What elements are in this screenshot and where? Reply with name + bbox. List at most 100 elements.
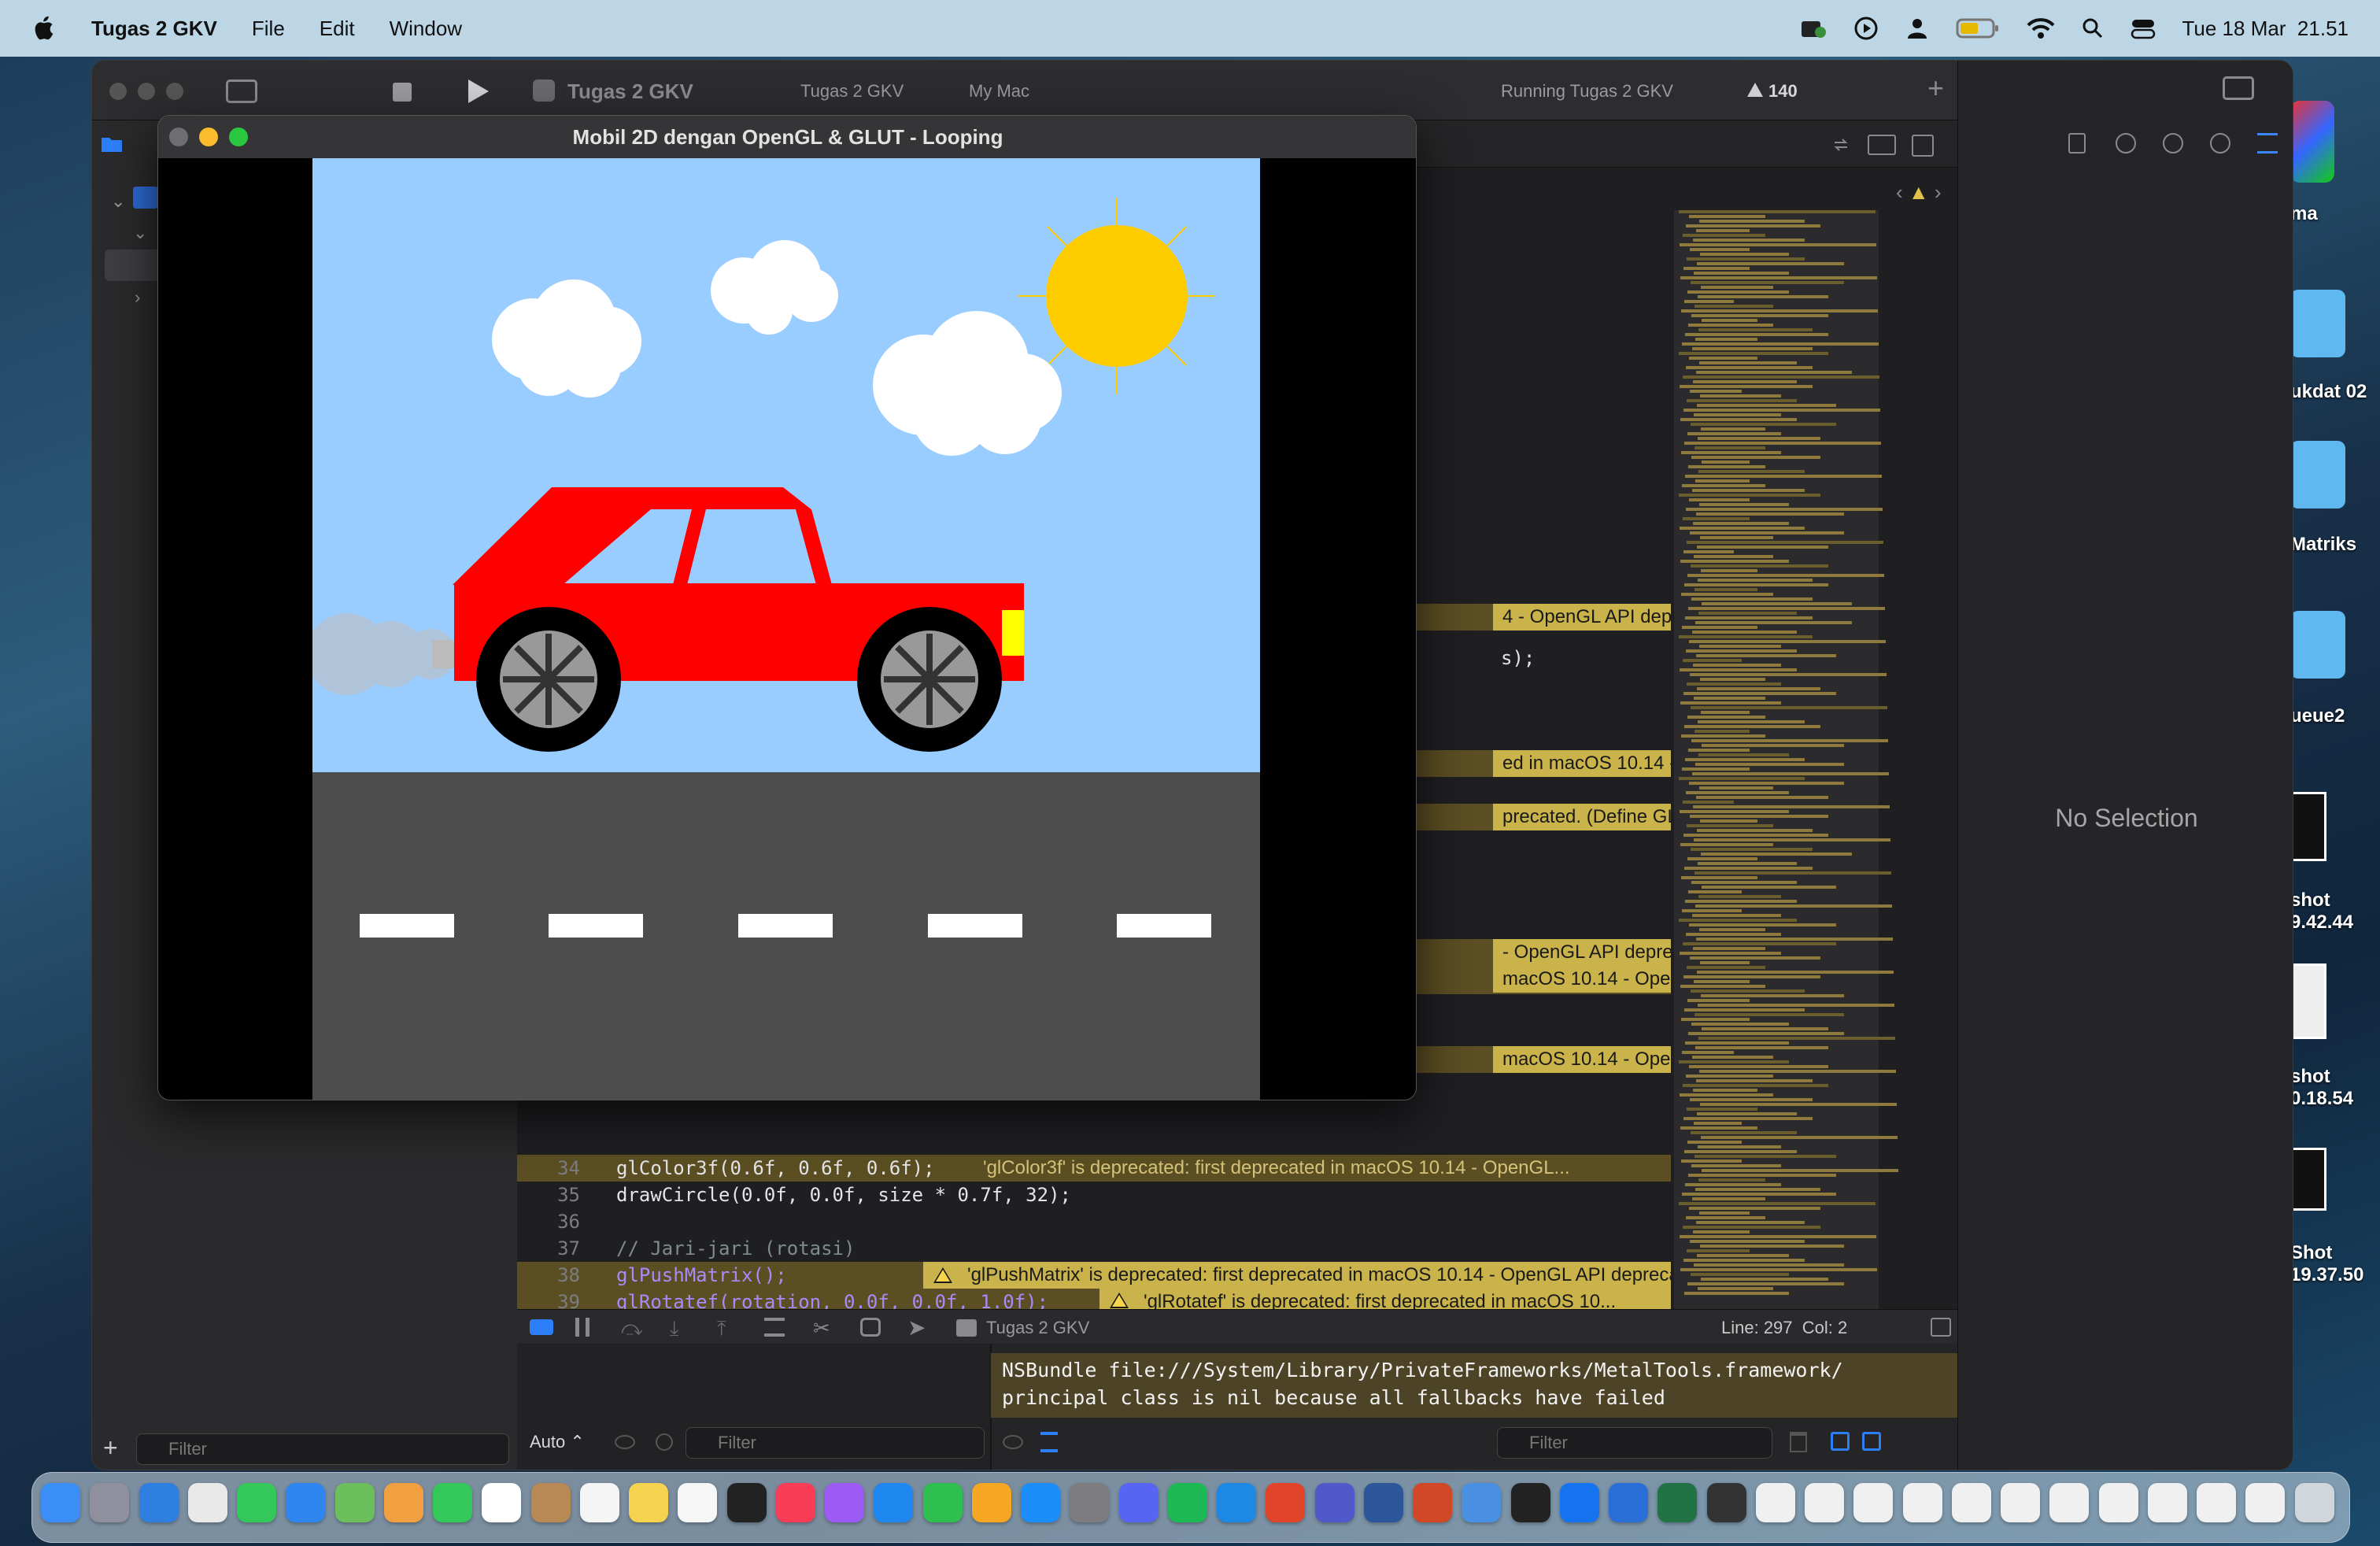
excel-icon[interactable] [1658, 1483, 1697, 1522]
auto-selector[interactable]: Auto ⌃ [530, 1432, 585, 1452]
warning-message[interactable]: precated. (Define GL_S... [1493, 804, 1671, 830]
minimize-window-dot[interactable] [138, 83, 155, 100]
split-editor-icon[interactable] [1868, 135, 1896, 155]
doc-8-icon[interactable] [2099, 1483, 2138, 1522]
desktop-app-icon[interactable] [2290, 101, 2334, 183]
menu-window[interactable]: Window [390, 17, 462, 41]
folder-icon[interactable] [2290, 611, 2345, 679]
step-over-icon[interactable]: ⤼ [621, 1316, 643, 1341]
doc-4-icon[interactable] [1903, 1483, 1942, 1522]
doc-6-icon[interactable] [2001, 1483, 2040, 1522]
warning-message[interactable]: - OpenGL API deprecat... [1493, 939, 1671, 966]
warning-message[interactable]: 'glColor3f' is deprecated: first depreca… [974, 1155, 1671, 1182]
run-button[interactable] [462, 76, 493, 106]
trash-icon[interactable] [2295, 1483, 2334, 1522]
xcode-icon[interactable] [1560, 1483, 1599, 1522]
safari-icon[interactable] [139, 1483, 179, 1522]
launchpad-icon[interactable] [90, 1483, 129, 1522]
warning-message[interactable]: macOS 10.14 - OpenGL... [1493, 966, 1671, 993]
discord-icon[interactable] [1119, 1483, 1159, 1522]
help-inspector-icon[interactable] [2163, 133, 2183, 153]
issue-navigation[interactable]: ‹ ▲ › [1896, 180, 1942, 205]
search-icon[interactable] [2082, 17, 2104, 39]
photos-icon[interactable] [384, 1483, 423, 1522]
warning-message[interactable]: macOS 10.14 - OpenGL... [1493, 1046, 1671, 1073]
glut-title-bar[interactable]: Mobil 2D dengan OpenGL & GLUT - Looping [158, 116, 1416, 158]
warning-count[interactable]: 140 [1768, 81, 1798, 102]
doc-2-icon[interactable] [1805, 1483, 1844, 1522]
spotify-icon[interactable] [1168, 1483, 1207, 1522]
screenshot-thumbnail[interactable] [2290, 792, 2326, 861]
stop-button[interactable] [393, 83, 412, 102]
finder-icon[interactable] [41, 1483, 80, 1522]
eye-icon[interactable] [615, 1435, 635, 1449]
scheme-selector[interactable]: Tugas 2 GKV My Mac [769, 78, 1052, 105]
numbers-icon[interactable] [923, 1483, 963, 1522]
preview-icon[interactable] [1462, 1483, 1501, 1522]
add-tab-button[interactable]: + [1927, 72, 1944, 105]
doc-5-icon[interactable] [1952, 1483, 1991, 1522]
zoom-window-dot[interactable] [166, 83, 183, 100]
wifi-icon[interactable] [2027, 17, 2055, 39]
terminal-icon[interactable] [1511, 1483, 1550, 1522]
eye-icon[interactable] [1003, 1435, 1023, 1449]
memory-graph-icon[interactable]: ✂ [813, 1316, 830, 1341]
notes-icon[interactable] [629, 1483, 668, 1522]
step-into-icon[interactable]: ⤓ [670, 1316, 679, 1341]
screenshot-thumbnail[interactable] [2290, 1148, 2326, 1211]
word-icon[interactable] [1364, 1483, 1403, 1522]
calendar-icon[interactable] [482, 1483, 521, 1522]
doc-11-icon[interactable] [2245, 1483, 2285, 1522]
console-icon[interactable] [1707, 1483, 1746, 1522]
chrome-icon[interactable] [188, 1483, 227, 1522]
history-inspector-icon[interactable] [2116, 133, 2136, 153]
add-button[interactable]: + [103, 1433, 118, 1463]
split-console-right-icon[interactable] [1862, 1432, 1881, 1451]
variables-filter-field[interactable]: Filter [686, 1427, 985, 1459]
freeform-icon[interactable] [678, 1483, 717, 1522]
podcasts-icon[interactable] [825, 1483, 864, 1522]
office-icon[interactable] [1266, 1483, 1305, 1522]
menu-file[interactable]: File [252, 17, 285, 41]
mail-icon[interactable] [286, 1483, 325, 1522]
tv-icon[interactable] [727, 1483, 767, 1522]
environment-overrides-icon[interactable] [860, 1318, 881, 1337]
disclosure-chevron-icon[interactable]: ⌄ [133, 223, 147, 243]
warning-message[interactable]: 'glPushMatrix' is deprecated: first depr… [923, 1262, 1671, 1289]
info-icon[interactable] [656, 1433, 673, 1451]
play-circle-icon[interactable] [1853, 16, 1879, 41]
minimize-window-dot[interactable] [199, 128, 218, 146]
control-center-icon[interactable] [2131, 17, 2156, 39]
music-icon[interactable] [776, 1483, 815, 1522]
folder-icon[interactable] [2290, 290, 2345, 357]
doc-1-icon[interactable] [1756, 1483, 1795, 1522]
hide-debug-area-icon[interactable] [1931, 1318, 1951, 1337]
contacts-icon[interactable] [531, 1483, 571, 1522]
disclosure-chevron-icon[interactable]: ⌄ [111, 191, 125, 212]
menu-edit[interactable]: Edit [320, 17, 355, 41]
menu-clock[interactable]: Tue 18 Mar 21.51 [2182, 17, 2349, 41]
folder-icon[interactable] [2290, 441, 2345, 509]
location-icon[interactable]: ➤ [907, 1315, 926, 1341]
refresh-icon[interactable] [1831, 136, 1850, 153]
facetime-icon[interactable] [433, 1483, 472, 1522]
apple-icon[interactable] [31, 13, 58, 43]
disclosure-chevron-icon[interactable]: › [135, 287, 140, 308]
battery-icon[interactable] [1956, 17, 2000, 39]
reminders-icon[interactable] [580, 1483, 619, 1522]
doc-3-icon[interactable] [1853, 1483, 1893, 1522]
inspector-toggle-icon[interactable] [2223, 76, 2254, 100]
trash-icon[interactable] [1790, 1432, 1807, 1452]
pages-icon[interactable] [972, 1483, 1011, 1522]
warning-message[interactable]: ed in macOS 10.14 - Op... [1493, 750, 1671, 777]
keynote-icon[interactable] [874, 1483, 913, 1522]
menu-app-name[interactable]: Tugas 2 GKV [91, 17, 217, 41]
project-file-icon[interactable] [133, 187, 158, 209]
user-icon[interactable] [1905, 17, 1929, 40]
add-editor-icon[interactable] [1912, 135, 1934, 157]
teams-icon[interactable] [1315, 1483, 1354, 1522]
close-window-dot[interactable] [109, 83, 127, 100]
navigator-filter-field[interactable]: Filter [136, 1433, 509, 1465]
xcode-instruments-icon[interactable] [1609, 1483, 1648, 1522]
glut-window[interactable]: Mobil 2D dengan OpenGL & GLUT - Looping [157, 115, 1417, 1100]
